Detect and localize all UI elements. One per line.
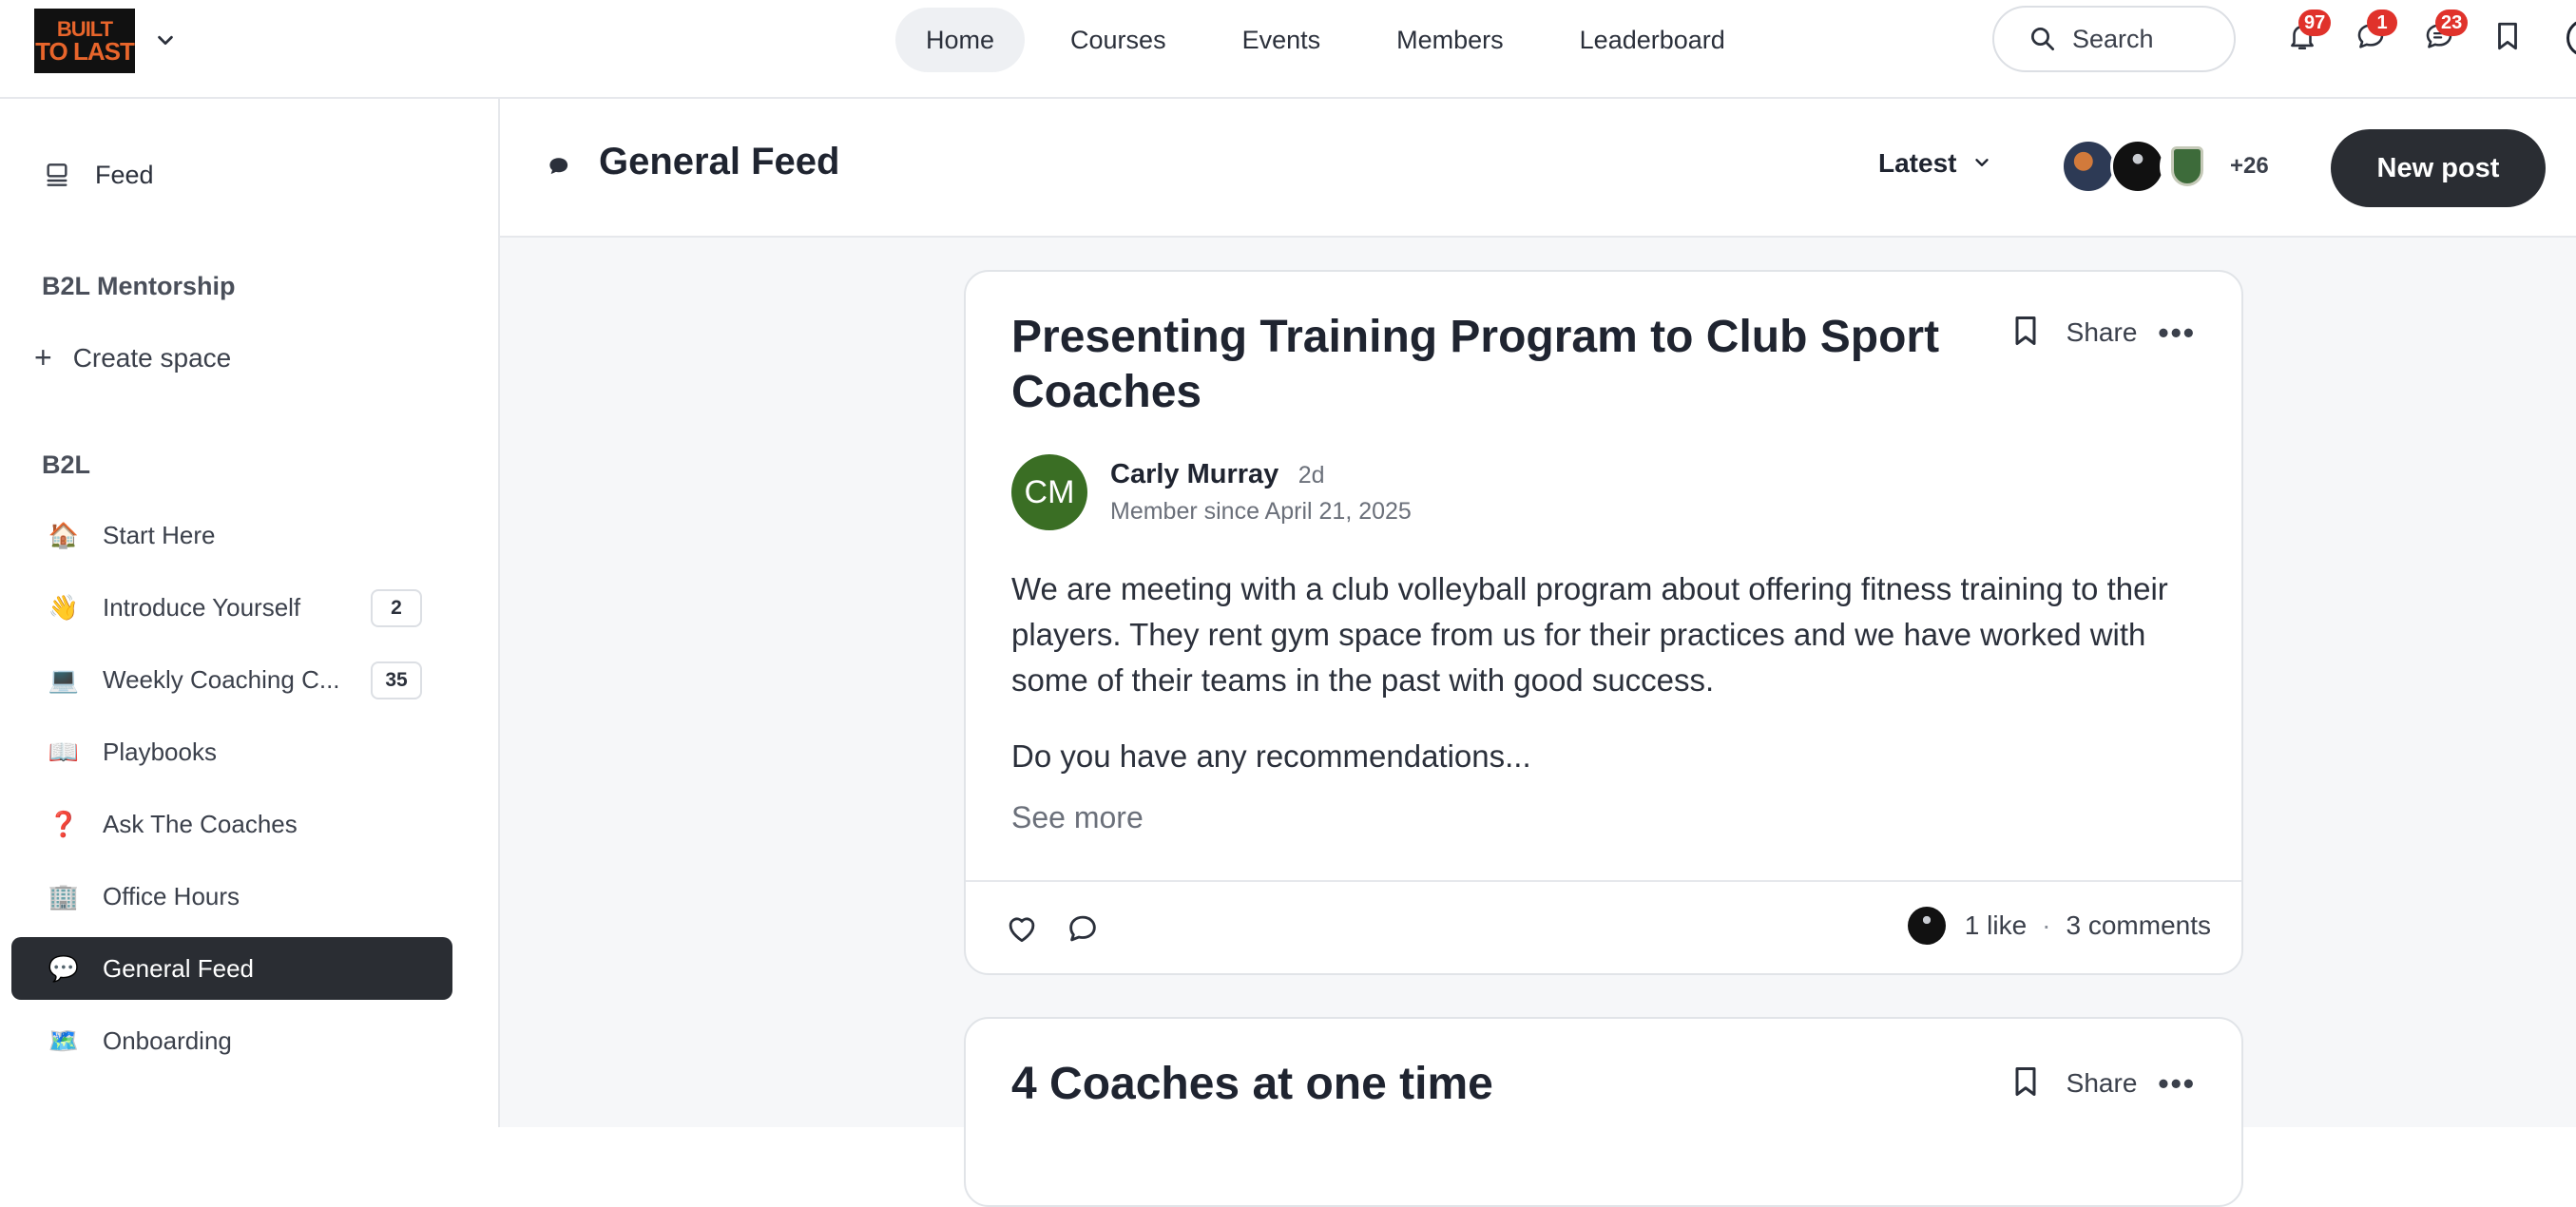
post-paragraph: Do you have any recommendations...	[1011, 738, 1531, 774]
office-building-icon: 🏢	[48, 881, 80, 910]
search-button[interactable]: Search	[1992, 6, 2236, 72]
question-mark-icon: ❓	[48, 809, 80, 838]
speech-bubble-icon: 💬	[48, 953, 80, 983]
page-title: General Feed	[599, 141, 840, 182]
space-header: General Feed Latest +26 New post	[500, 99, 2576, 238]
post-timestamp: 2d	[1298, 462, 1325, 489]
new-post-button[interactable]: New post	[2331, 129, 2546, 207]
sidebar-item-weekly-coaching[interactable]: 💻 Weekly Coaching C... 35	[11, 648, 452, 711]
post-title[interactable]: 4 Coaches at one time	[1011, 1057, 1962, 1112]
heart-icon[interactable]	[1004, 910, 1042, 948]
chevron-down-icon	[1971, 152, 1994, 175]
sidebar-item-ask-the-coaches[interactable]: ❓ Ask The Coaches	[11, 793, 452, 855]
sort-dropdown[interactable]: Latest	[1878, 148, 1994, 179]
nav-home[interactable]: Home	[895, 8, 1026, 72]
more-options-icon[interactable]: •••	[2158, 1066, 2196, 1102]
sidebar-item-label: General Feed	[103, 953, 254, 983]
sidebar-item-label: Onboarding	[103, 1025, 232, 1055]
avatar	[2061, 139, 2116, 194]
chat-button[interactable]: 23	[2422, 10, 2469, 55]
likes-count[interactable]: 1 like	[1965, 910, 2027, 941]
laptop-icon: 💻	[48, 664, 80, 694]
avatar	[2110, 139, 2165, 194]
post-card: Presenting Training Program to Club Spor…	[964, 270, 2243, 975]
avatar	[2160, 139, 2215, 194]
chevron-down-icon[interactable]	[152, 27, 179, 53]
speech-bubble-icon	[546, 152, 578, 184]
sidebar-item-feed[interactable]: Feed	[42, 160, 154, 190]
create-space-button[interactable]: + Create space	[34, 340, 231, 375]
sidebar-item-label: Introduce Yourself	[103, 592, 301, 622]
see-more-link[interactable]: See more	[1011, 800, 1144, 835]
sidebar-item-general-feed[interactable]: 💬 General Feed	[11, 937, 452, 1000]
top-bar: BUILT TO LAST Home Courses Events Member…	[0, 0, 2576, 99]
main-content: General Feed Latest +26 New post Present…	[500, 99, 2576, 1207]
notifications-badge: 97	[2298, 10, 2332, 36]
book-icon: 📖	[48, 737, 80, 766]
messages-button[interactable]: 1	[2354, 10, 2397, 55]
sidebar-item-label: Office Hours	[103, 881, 240, 910]
sidebar: Feed B2L Mentorship + Create space B2L 🏠…	[0, 99, 500, 1127]
member-since: Member since April 21, 2025	[1110, 498, 1412, 525]
sidebar-item-label: Weekly Coaching C...	[103, 664, 340, 694]
section-heading-b2l: B2L	[42, 450, 91, 479]
bookmarks-button[interactable]	[2490, 21, 2525, 55]
chat-badge: 23	[2435, 10, 2469, 36]
house-icon: 🏠	[48, 520, 80, 549]
share-button[interactable]: Share	[2067, 317, 2138, 348]
author-name[interactable]: Carly Murray	[1110, 459, 1278, 489]
nav-courses[interactable]: Courses	[1040, 8, 1197, 72]
sidebar-item-playbooks[interactable]: 📖 Playbooks	[11, 720, 452, 783]
post-actions: Share •••	[2011, 314, 2196, 352]
comment-icon[interactable]	[1065, 910, 1103, 948]
sidebar-item-introduce-yourself[interactable]: 👋 Introduce Yourself 2	[11, 576, 452, 639]
nav-members[interactable]: Members	[1366, 8, 1534, 72]
sidebar-item-start-here[interactable]: 🏠 Start Here	[11, 504, 452, 566]
sidebar-item-onboarding[interactable]: 🗺️ Onboarding	[11, 1009, 452, 1072]
unread-count-badge: 35	[371, 661, 422, 699]
main-nav: Home Courses Events Members Leaderboard	[895, 8, 1771, 72]
member-avatars[interactable]: +26	[2061, 139, 2269, 194]
unread-count-badge: 2	[371, 589, 422, 627]
sort-label: Latest	[1878, 148, 1957, 178]
map-icon: 🗺️	[48, 1025, 80, 1055]
post-card: 4 Coaches at one time Share •••	[964, 1017, 2243, 1207]
post-actions: Share •••	[2011, 1064, 2196, 1102]
post-paragraph: We are meeting with a club volleyball pr…	[1011, 571, 2168, 698]
sidebar-item-label: Start Here	[103, 520, 216, 549]
waving-hand-icon: 👋	[48, 592, 80, 622]
user-avatar[interactable]	[2566, 19, 2576, 57]
post-footer: 1 like · 3 comments	[966, 882, 2241, 975]
nav-events[interactable]: Events	[1212, 8, 1352, 72]
bookmark-icon[interactable]	[2011, 314, 2044, 352]
bookmark-icon	[2493, 20, 2522, 57]
post-body: We are meeting with a club volleyball pr…	[1011, 566, 2200, 810]
sidebar-item-office-hours[interactable]: 🏢 Office Hours	[11, 865, 452, 928]
brand-logo[interactable]: BUILT TO LAST	[34, 9, 135, 73]
sidebar-item-label: Ask The Coaches	[103, 809, 298, 838]
notifications-button[interactable]: 97	[2285, 10, 2332, 55]
shield-icon	[2171, 146, 2203, 186]
post-stats: 1 like · 3 comments	[1907, 907, 2212, 945]
search-icon	[2028, 25, 2057, 53]
post-title[interactable]: Presenting Training Program to Club Spor…	[1011, 310, 1962, 420]
avatar[interactable]: CM	[1011, 454, 1087, 530]
comments-count[interactable]: 3 comments	[2067, 910, 2212, 941]
avatar	[1907, 907, 1946, 945]
sidebar-item-label: Playbooks	[103, 737, 217, 766]
feed-icon	[42, 160, 72, 190]
bookmark-icon[interactable]	[2011, 1064, 2044, 1102]
post-author: CM Carly Murray 2d Member since April 21…	[1011, 454, 1412, 530]
search-label: Search	[2072, 24, 2154, 53]
sidebar-item-label: Feed	[95, 160, 154, 189]
share-button[interactable]: Share	[2067, 1068, 2138, 1099]
section-heading-mentorship: B2L Mentorship	[42, 272, 236, 300]
plus-icon: +	[34, 340, 52, 374]
messages-badge: 1	[2367, 10, 2397, 36]
member-count-extra: +26	[2230, 153, 2269, 179]
nav-leaderboard[interactable]: Leaderboard	[1549, 8, 1756, 72]
more-options-icon[interactable]: •••	[2158, 316, 2196, 351]
create-space-label: Create space	[72, 342, 232, 373]
separator-dot: ·	[2042, 910, 2051, 940]
